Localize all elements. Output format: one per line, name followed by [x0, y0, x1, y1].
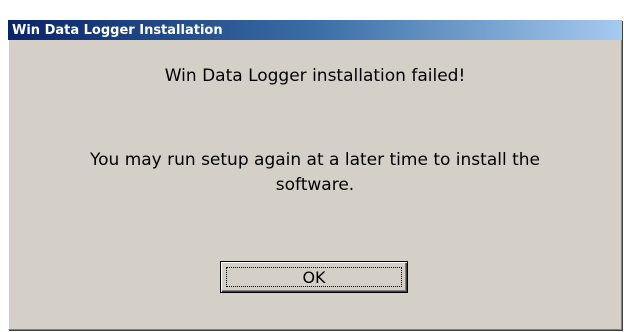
error-message-line2: software.: [275, 175, 355, 195]
ok-button[interactable]: OK: [220, 261, 408, 293]
ok-button-label: OK: [302, 267, 326, 287]
window-title: Win Data Logger Installation: [12, 22, 223, 38]
error-heading: Win Data Logger installation failed!: [164, 66, 466, 86]
error-message-line1: You may run setup again at a later time …: [89, 150, 540, 170]
error-message: You may run setup again at a later time …: [8, 148, 622, 198]
title-bar[interactable]: Win Data Logger Installation: [8, 20, 622, 40]
